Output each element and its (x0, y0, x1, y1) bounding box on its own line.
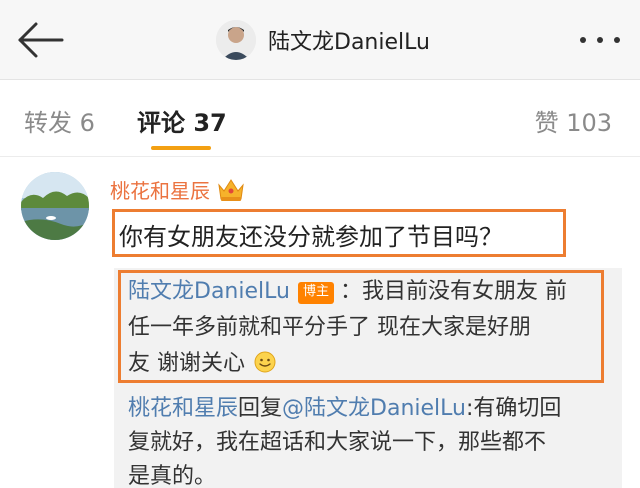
comment-body: 你有女朋友还没分就参加了节目吗？ (112, 209, 566, 257)
more-options-button[interactable] (576, 30, 624, 50)
tab-reposts[interactable]: 转发 6 (24, 103, 95, 138)
author-reply-line-2: 任一年多前就和平分手了 现在大家是好朋 (128, 315, 531, 340)
commenter-name[interactable]: 桃花和星辰 (110, 175, 246, 204)
user-reply-line-2: 复就好，我在超话和大家说一下，那些都不 (128, 430, 547, 455)
post-tabs: 转发 6 评论 37 赞 103 (0, 81, 640, 157)
reply-verb: 回复 (238, 396, 283, 421)
tab-likes[interactable]: 赞 103 (535, 103, 612, 138)
author-reply-line-3: 友 谢谢关心 (128, 348, 276, 380)
post-author-header[interactable]: 陆文龙DanielLu (216, 18, 430, 62)
tab-comments[interactable]: 评论 37 (137, 103, 227, 138)
user-reply-line-1: 桃花和星辰回复@陆文龙DanielLu:有确切回 (128, 393, 561, 425)
user-reply-text-1: :有确切回 (465, 396, 562, 421)
author-reply-line-1: 陆文龙DanielLu 博主 ：我目前没有女朋友 前 (128, 276, 567, 308)
commenter-avatar[interactable] (21, 172, 89, 240)
active-tab-indicator (151, 146, 211, 150)
author-avatar[interactable] (216, 20, 256, 60)
page-title: 陆文龙DanielLu (268, 30, 430, 55)
reply-author-link[interactable]: 陆文龙DanielLu (128, 279, 290, 304)
commenter-name-label: 桃花和星辰 (110, 179, 210, 203)
back-button[interactable] (14, 20, 66, 60)
crown-icon (218, 178, 244, 201)
author-reply-text-3: 友 谢谢关心 (128, 351, 245, 376)
back-arrow-icon (18, 22, 64, 58)
more-icon (580, 37, 586, 43)
blogger-badge: 博主 (297, 282, 334, 304)
top-bar: 陆文龙DanielLu (0, 0, 640, 80)
mention-link[interactable]: @陆文龙DanielLu (282, 396, 466, 421)
author-reply-text-1: ：我目前没有女朋友 前 (339, 279, 567, 304)
smile-emoji-icon (254, 351, 276, 373)
user-reply-line-3: 是真的。 (128, 464, 217, 488)
user-reply-author-link[interactable]: 桃花和星辰 (128, 396, 238, 421)
